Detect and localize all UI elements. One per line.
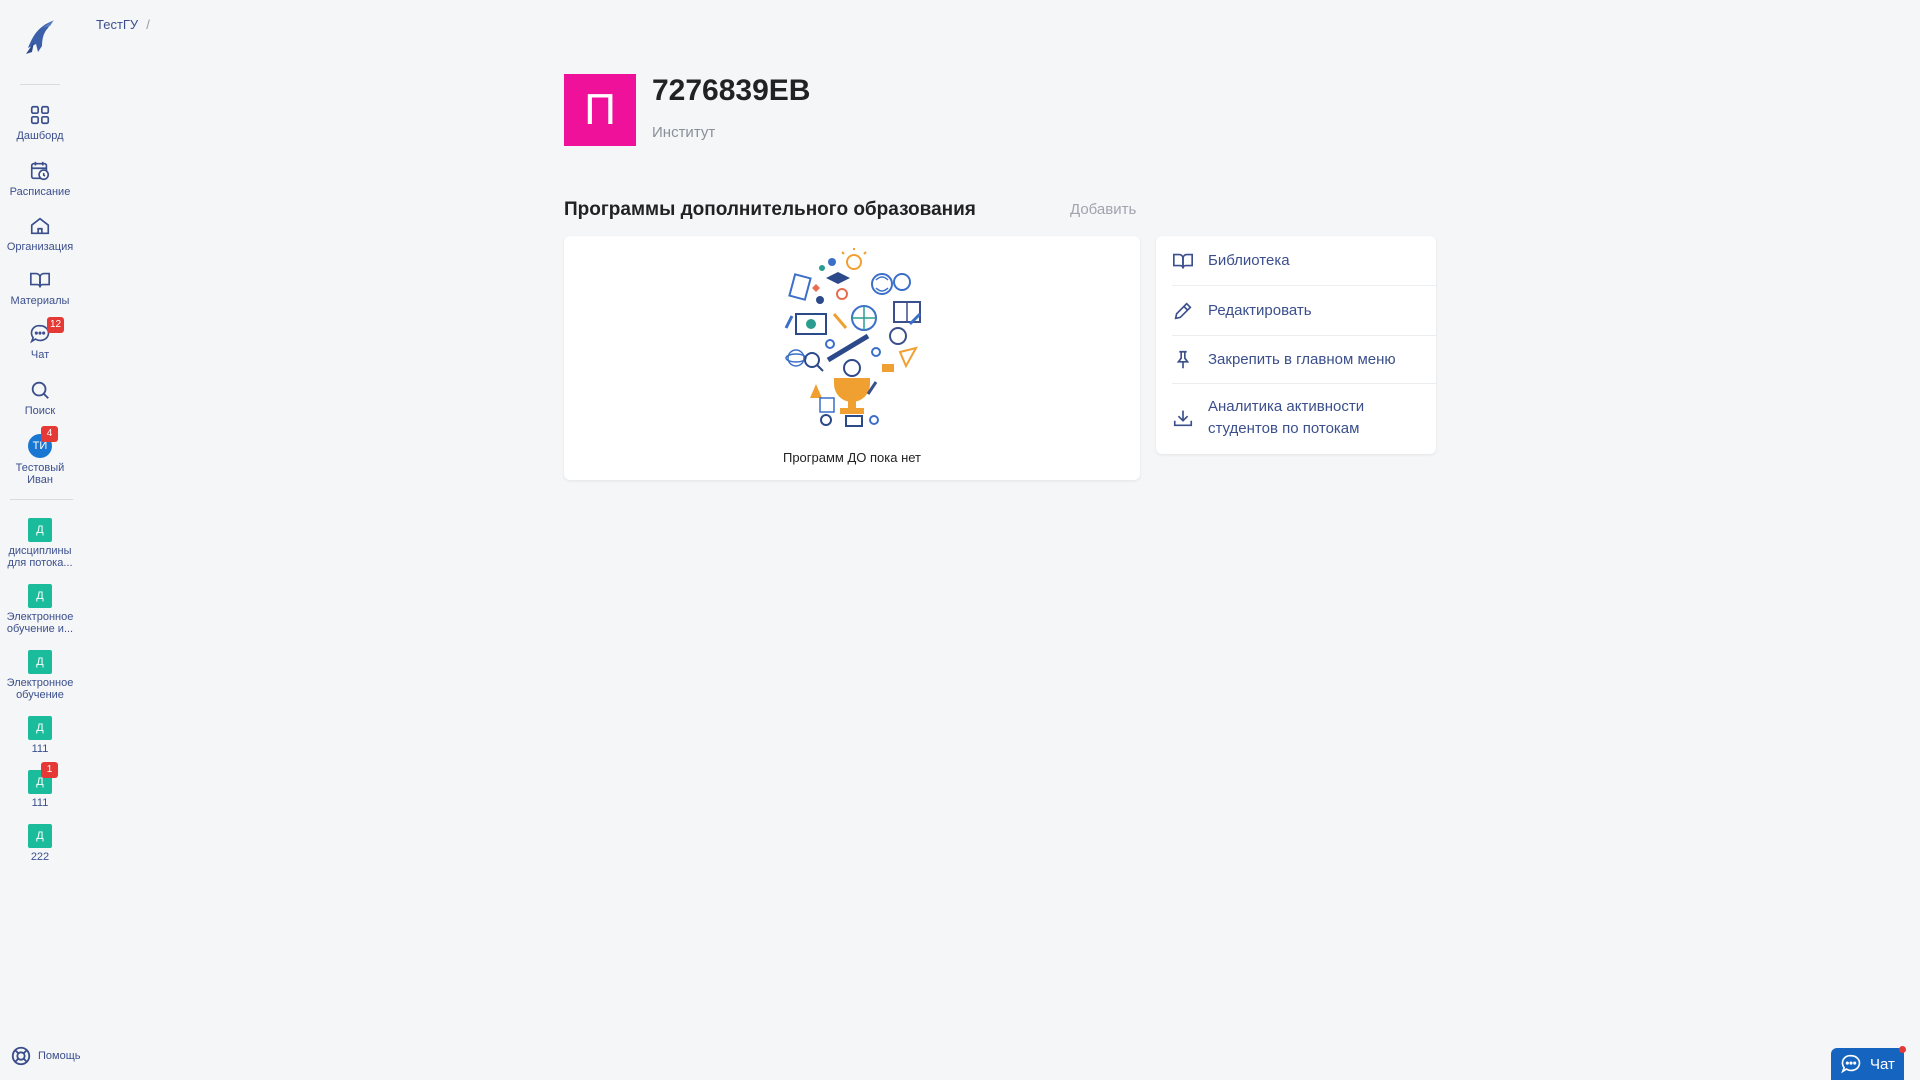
add-button[interactable]: Добавить	[1070, 201, 1136, 218]
discipline-label: Электронное обучение	[6, 677, 74, 701]
breadcrumb-separator: /	[146, 17, 150, 32]
menu-pin-label: Закрепить в главном меню	[1208, 351, 1396, 368]
organization-icon	[29, 215, 51, 237]
menu-analytics[interactable]: Аналитика активности студентов по потока…	[1172, 396, 1436, 440]
help-link[interactable]: Помощь	[10, 1045, 81, 1067]
programs-empty-card: Программ ДО пока нет	[564, 236, 1140, 480]
menu-pin[interactable]: Закрепить в главном меню	[1172, 349, 1436, 371]
discipline-avatar: Д	[28, 584, 52, 608]
chat-icon: 12	[29, 317, 65, 345]
sidebar-divider	[10, 499, 73, 500]
discipline-avatar: Д	[28, 824, 52, 848]
logo-icon[interactable]	[22, 18, 58, 56]
nav-dashboard[interactable]: Дашборд	[0, 104, 80, 142]
nav-profile[interactable]: ТИ 4 Тестовый Иван	[0, 426, 80, 486]
lifebuoy-icon	[11, 1046, 31, 1066]
page-title: 7276839ЕВ	[652, 74, 811, 107]
help-label: Помощь	[38, 1050, 81, 1062]
discipline-avatar: Д 1	[28, 762, 58, 794]
discipline-item[interactable]: Д Электронное обучение	[0, 650, 80, 701]
nav-dashboard-label: Дашборд	[16, 130, 64, 142]
menu-edit-label: Редактировать	[1208, 302, 1312, 319]
discipline-label: 111	[31, 797, 49, 809]
dashboard-icon	[29, 104, 51, 126]
section-title: Программы дополнительного образования	[564, 199, 976, 220]
download-icon	[1173, 410, 1193, 427]
discipline-avatar: Д	[28, 716, 52, 740]
discipline-item[interactable]: Д 1 111	[0, 762, 80, 809]
discipline-item[interactable]: Д Электронное обучение и...	[0, 584, 80, 635]
nav-materials[interactable]: Материалы	[0, 269, 80, 307]
book-icon	[1173, 253, 1193, 269]
actions-menu: Библиотека Редактировать Закрепить в гла…	[1156, 236, 1436, 454]
search-icon	[29, 379, 51, 401]
discipline-label: Электронное обучение и...	[6, 611, 74, 635]
book-icon	[29, 269, 51, 291]
discipline-item[interactable]: Д 111	[0, 716, 80, 755]
discipline-item[interactable]: Д 222	[0, 824, 80, 863]
menu-divider	[1172, 285, 1436, 286]
education-illustration	[784, 248, 922, 427]
chat-icon	[1841, 1054, 1861, 1074]
sidebar: Дашборд Расписание Организация Материалы…	[0, 0, 81, 1080]
user-avatar: ТИ 4	[28, 426, 58, 458]
menu-analytics-label: Аналитика активности студентов по потока…	[1208, 398, 1365, 437]
menu-divider	[1172, 383, 1436, 384]
chat-widget-button[interactable]: Чат	[1831, 1046, 1906, 1080]
nav-search-label: Поиск	[24, 405, 56, 417]
discipline-item[interactable]: Д дисциплины для потока...	[0, 518, 80, 569]
pin-icon	[1176, 350, 1190, 369]
discipline-badge: 1	[41, 762, 58, 778]
nav-search[interactable]: Поиск	[0, 379, 80, 417]
chat-widget-label: Чат	[1870, 1055, 1895, 1073]
schedule-icon	[29, 160, 51, 182]
empty-state-text: Программ ДО пока нет	[782, 450, 922, 465]
discipline-label: дисциплины для потока...	[7, 545, 73, 569]
menu-edit[interactable]: Редактировать	[1172, 300, 1436, 322]
breadcrumb: ТестГУ /	[96, 17, 150, 32]
chat-badge: 12	[47, 317, 65, 333]
user-name: Тестовый Иван	[15, 462, 65, 486]
nav-materials-label: Материалы	[10, 295, 70, 307]
discipline-avatar: Д	[28, 650, 52, 674]
profile-badge: 4	[41, 426, 58, 442]
notification-dot	[1899, 1046, 1906, 1053]
pencil-icon	[1174, 302, 1192, 320]
menu-library-label: Библиотека	[1208, 252, 1290, 269]
page-subtitle: Институт	[652, 124, 716, 141]
nav-schedule-label: Расписание	[9, 186, 71, 198]
nav-organization-label: Организация	[6, 241, 74, 253]
discipline-label: 111	[31, 743, 49, 755]
discipline-label: 222	[30, 851, 50, 863]
discipline-avatar: Д	[28, 518, 52, 542]
nav-organization[interactable]: Организация	[0, 215, 80, 253]
breadcrumb-root[interactable]: ТестГУ	[96, 17, 138, 32]
nav-chat-label: Чат	[30, 349, 50, 361]
menu-divider	[1172, 335, 1436, 336]
sidebar-divider	[20, 84, 60, 85]
menu-library[interactable]: Библиотека	[1172, 250, 1436, 272]
nav-schedule[interactable]: Расписание	[0, 160, 80, 198]
org-avatar: П	[564, 74, 636, 146]
nav-chat[interactable]: 12 Чат	[0, 317, 80, 361]
